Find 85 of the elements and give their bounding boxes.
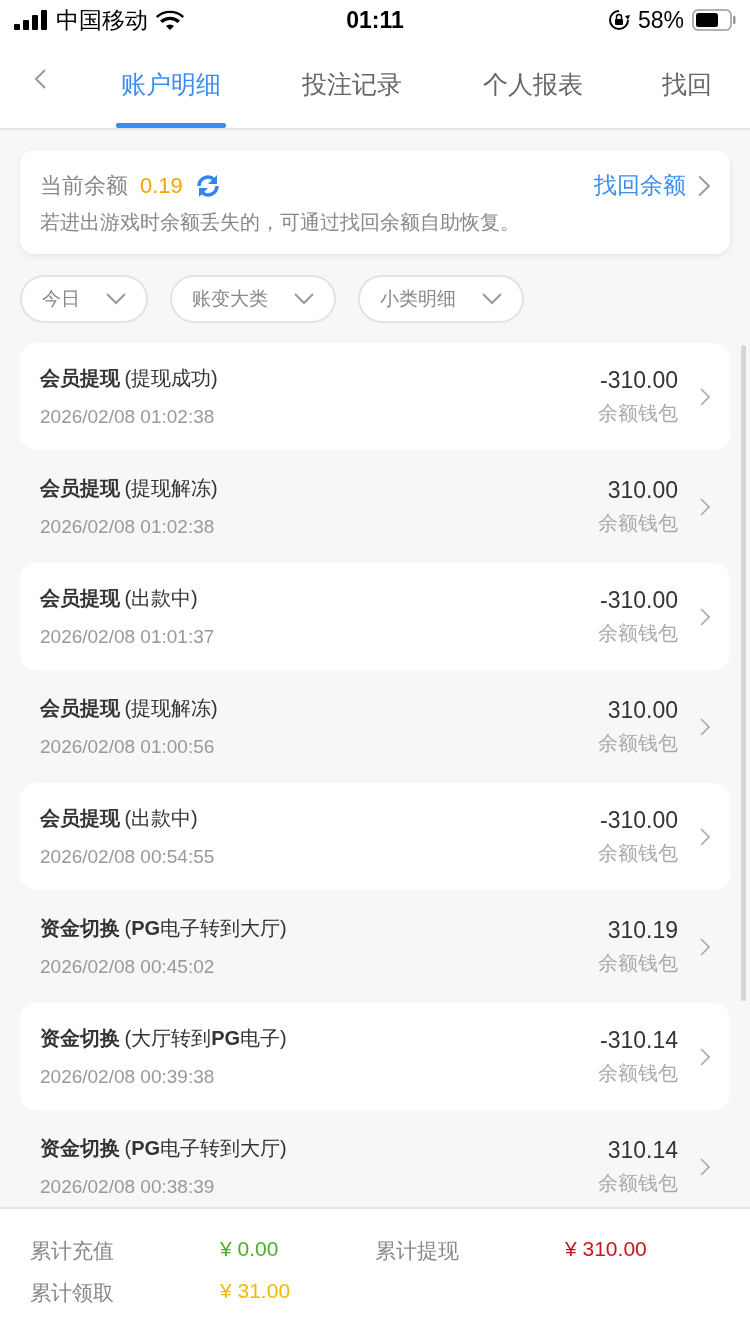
record-amount: 310.14: [607, 1136, 678, 1164]
clock-time: 01:11: [346, 6, 404, 34]
record-detail: (出款中): [124, 807, 198, 829]
wallet-label: 余额钱包: [598, 950, 678, 976]
record-row[interactable]: 会员提现 (提现解冻) 2026/02/08 01:00:56 310.00 余额钱包: [20, 673, 730, 780]
record-time: 2026/02/08 01:00:56: [40, 736, 216, 758]
tab[interactable]: 个人报表: [442, 40, 624, 128]
wallet-label: 余额钱包: [598, 510, 678, 536]
record-detail: (提现解冻): [124, 477, 218, 499]
carrier-name: 中国移动: [56, 5, 148, 35]
record-amount: -310.00: [600, 586, 678, 614]
chevron-down-icon: [106, 293, 126, 305]
filter-dropdown[interactable]: 账变大类: [170, 275, 336, 323]
battery-percent: 58%: [637, 6, 684, 34]
record-amount: -310.14: [600, 1026, 678, 1054]
chevron-right-icon: [700, 1157, 710, 1176]
balance-amount: 0.19: [140, 172, 183, 199]
record-detail: (提现解冻): [124, 697, 218, 719]
filter-dropdown[interactable]: 今日: [20, 275, 148, 323]
record-type: 资金切换: [40, 1027, 120, 1049]
record-time: 2026/02/08 01:02:38: [40, 516, 216, 538]
chevron-right-icon: [700, 497, 710, 516]
summary-value: ¥ 310.00: [565, 1237, 648, 1262]
record-type: 会员提现: [40, 807, 120, 829]
wallet-label: 余额钱包: [598, 730, 678, 756]
signal-icon: [14, 10, 48, 30]
chevron-right-icon: [698, 174, 710, 197]
chevron-right-icon: [700, 387, 710, 406]
chevron-down-icon: [482, 293, 502, 305]
record-amount: -310.00: [600, 806, 678, 834]
wallet-label: 余额钱包: [598, 840, 678, 866]
filter-dropdown[interactable]: 小类明细: [358, 275, 524, 323]
battery-icon: [692, 9, 736, 31]
record-row[interactable]: 会员提现 (出款中) 2026/02/08 01:01:37 -310.00 余额钱包: [20, 563, 730, 670]
record-time: 2026/02/08 00:45:02: [40, 956, 216, 978]
record-amount: -310.00: [600, 366, 678, 394]
record-row[interactable]: 会员提现 (出款中) 2026/02/08 00:54:55 -310.00 余额钱包: [20, 783, 730, 890]
refresh-icon[interactable]: [194, 172, 221, 199]
wallet-label: 余额钱包: [598, 400, 678, 426]
tab[interactable]: 找回: [623, 40, 750, 128]
chevron-right-icon: [700, 827, 710, 846]
record-time: 2026/02/08 01:02:38: [40, 406, 216, 428]
summary-label: 累计充值: [30, 1238, 115, 1264]
record-amount: 310.00: [607, 476, 678, 504]
summary-value: ¥ 0.00: [220, 1237, 280, 1262]
chevron-right-icon: [700, 937, 710, 956]
chevron-right-icon: [700, 607, 710, 626]
record-time: 2026/02/08 00:54:55: [40, 846, 216, 868]
chevron-down-icon: [294, 293, 314, 305]
summary-label: 累计提现: [375, 1238, 460, 1264]
record-detail: (提现成功): [124, 367, 218, 389]
record-type: 会员提现: [40, 477, 120, 499]
record-amount: 310.19: [607, 916, 678, 944]
chevron-right-icon: [700, 717, 710, 736]
scrollbar[interactable]: [741, 345, 746, 1001]
record-type: 资金切换: [40, 917, 120, 939]
record-type: 会员提现: [40, 587, 120, 609]
record-time: 2026/02/08 01:01:37: [40, 626, 216, 648]
record-type: 资金切换: [40, 1137, 120, 1159]
wallet-label: 余额钱包: [598, 1170, 678, 1196]
balance-label: 当前余额: [40, 171, 128, 200]
summary-value: ¥ 31.00: [220, 1279, 292, 1304]
record-amount: 310.00: [607, 696, 678, 724]
record-row[interactable]: 会员提现 (提现成功) 2026/02/08 01:02:38 -310.00 余额钱包: [20, 343, 730, 450]
summary-label: 累计领取: [30, 1280, 115, 1306]
chevron-right-icon: [700, 1047, 710, 1066]
rotation-lock-icon: [607, 9, 630, 31]
tab[interactable]: 投注记录: [261, 40, 443, 128]
record-detail: (大厅转到PG电子): [124, 1027, 287, 1049]
record-row[interactable]: 资金切换 (PG电子转到大厅) 2026/02/08 00:45:02 310.19 余额钱包: [20, 893, 730, 1000]
record-type: 会员提现: [40, 697, 120, 719]
record-row[interactable]: 会员提现 (提现解冻) 2026/02/08 01:02:38 310.00 余额钱包: [20, 453, 730, 560]
record-time: 2026/02/08 00:38:39: [40, 1176, 216, 1198]
record-time: 2026/02/08 00:39:38: [40, 1066, 216, 1088]
wifi-icon: [156, 10, 184, 30]
record-row[interactable]: 资金切换 (PG电子转到大厅) 2026/02/08 00:38:39 310.14 余额钱包: [20, 1113, 730, 1207]
wallet-label: 余额钱包: [598, 1060, 678, 1086]
record-type: 会员提现: [40, 367, 120, 389]
balance-note: 若进出游戏时余额丢失的，可通过找回余额自助恢复。: [40, 210, 521, 235]
record-detail: (出款中): [124, 587, 198, 609]
wallet-label: 余额钱包: [598, 620, 678, 646]
record-row[interactable]: 资金切换 (大厅转到PG电子) 2026/02/08 00:39:38 -310.14 余额钱包: [20, 1003, 730, 1110]
back-icon[interactable]: [33, 68, 47, 90]
record-detail: (PG电子转到大厅): [124, 1137, 287, 1159]
record-detail: (PG电子转到大厅): [124, 917, 287, 939]
